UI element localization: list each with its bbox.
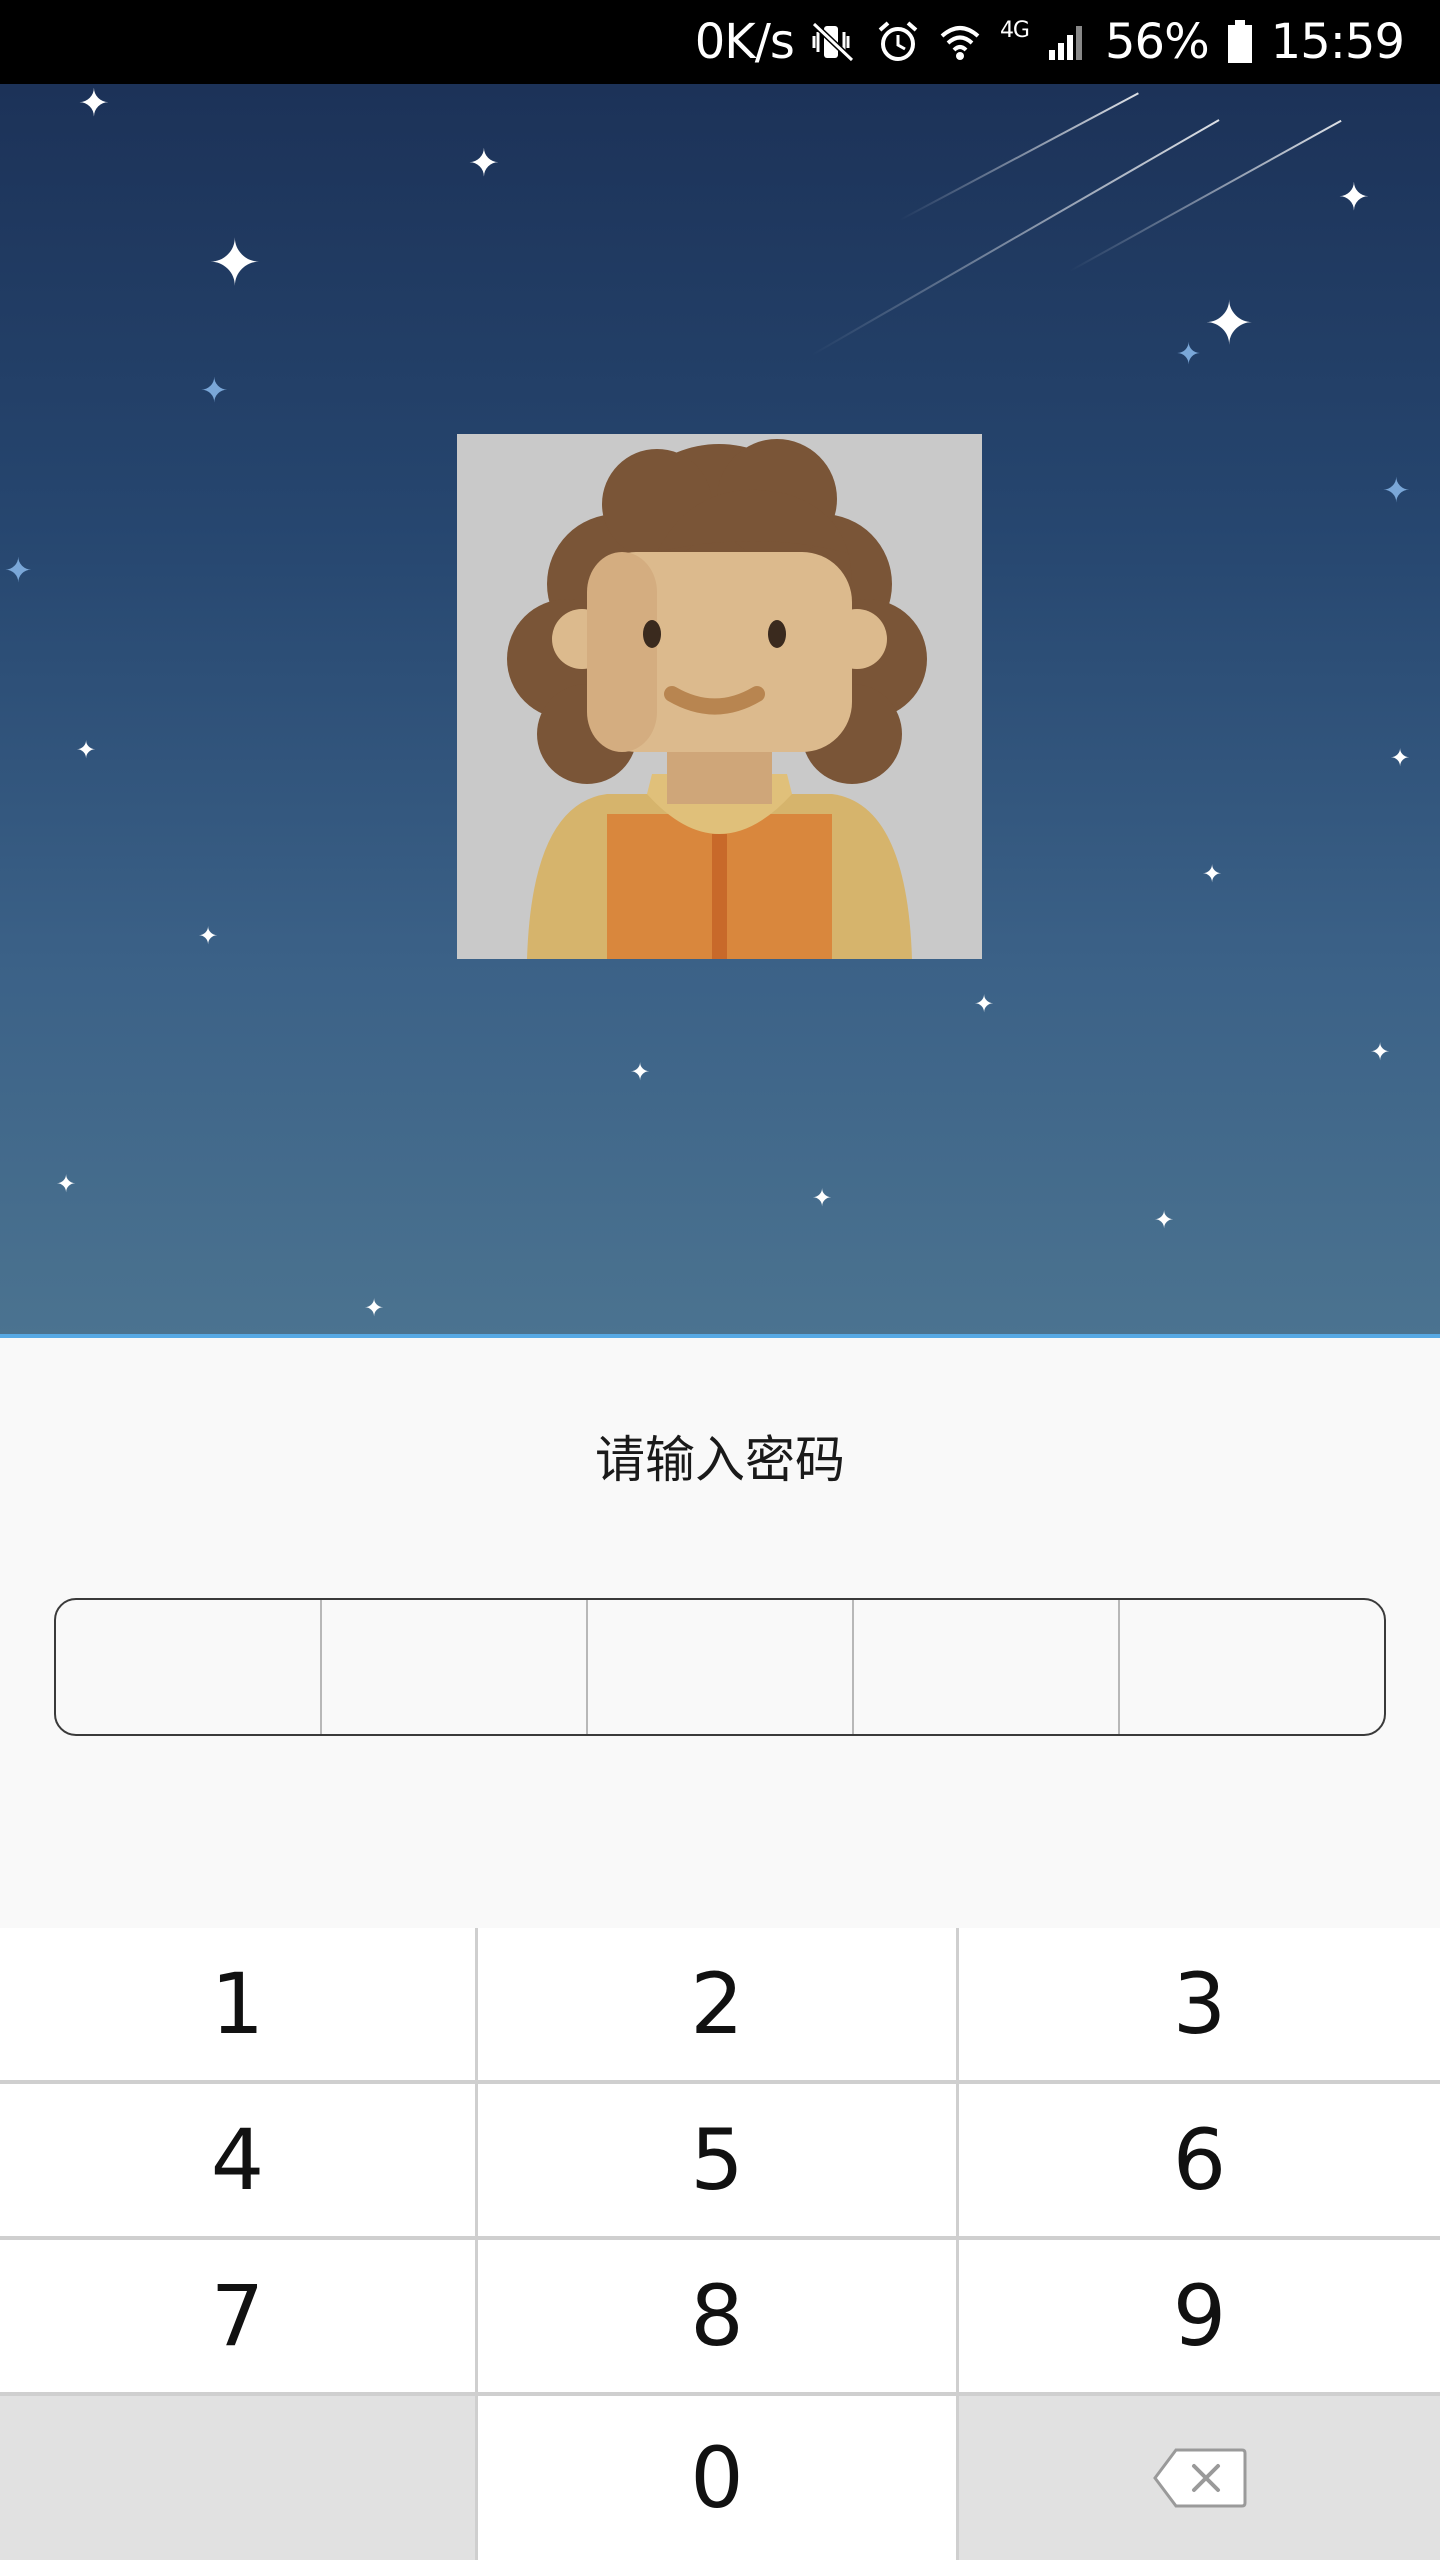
meteor-streak [1069,119,1342,272]
star-icon: ✦ [1154,1206,1175,1234]
net-speed: 0K/s [694,14,795,70]
pin-digit-slot [56,1600,322,1734]
user-avatar [457,434,982,959]
network-type: 4G [999,18,1030,43]
pin-digit-slot [588,1600,854,1734]
star-icon: ✦ [4,551,33,591]
star-icon: ✦ [200,371,229,411]
clock: 15:59 [1270,14,1405,70]
battery-icon [1227,20,1253,64]
backspace-button[interactable] [959,2396,1440,2560]
pin-input[interactable] [54,1598,1386,1736]
numeric-keypad: 1 2 3 4 5 6 7 8 9 0 [0,1928,1440,2560]
star-icon: ✦ [1338,175,1370,219]
meteor-streak [811,119,1220,356]
star-icon: ✦ [208,227,262,301]
backspace-icon [1152,2448,1246,2508]
meteor-streak [899,92,1139,221]
star-icon: ✦ [1382,471,1411,511]
pin-digit-slot [854,1600,1120,1734]
star-icon: ✦ [78,84,110,125]
star-icon: ✦ [812,1184,833,1212]
avatar-illustration [457,434,982,959]
star-icon: ✦ [1176,337,1202,372]
mute-vibrate-icon [811,22,858,62]
battery-percent: 56% [1104,14,1210,70]
password-prompt-title: 请输入密码 [595,1431,845,1489]
key-2[interactable]: 2 [478,1928,959,2084]
star-icon: ✦ [198,922,219,950]
key-8[interactable]: 8 [478,2240,959,2396]
star-icon: ✦ [630,1058,651,1086]
star-icon: ✦ [56,1170,77,1198]
star-icon: ✦ [1202,860,1223,888]
star-icon: ✦ [974,990,995,1018]
status-bar: 0K/s 4G 56% 15:59 [0,0,1440,84]
key-blank [0,2396,478,2560]
star-icon: ✦ [1204,289,1255,359]
key-9[interactable]: 9 [959,2240,1440,2396]
network-type-label: 4G [999,18,1030,43]
star-icon: ✦ [364,1294,385,1322]
key-6[interactable]: 6 [959,2084,1440,2240]
star-icon: ✦ [76,736,97,764]
pin-digit-slot [322,1600,588,1734]
alarm-icon [876,20,920,64]
signal-icon [1047,22,1087,62]
key-7[interactable]: 7 [0,2240,478,2396]
key-1[interactable]: 1 [0,1928,478,2084]
wifi-icon [938,22,982,62]
star-icon: ✦ [468,141,500,185]
pin-digit-slot [1120,1600,1384,1734]
star-icon: ✦ [1370,1038,1391,1066]
key-4[interactable]: 4 [0,2084,478,2240]
key-5[interactable]: 5 [478,2084,959,2240]
star-icon: ✦ [1390,744,1411,772]
key-0[interactable]: 0 [478,2396,959,2560]
key-3[interactable]: 3 [959,1928,1440,2084]
